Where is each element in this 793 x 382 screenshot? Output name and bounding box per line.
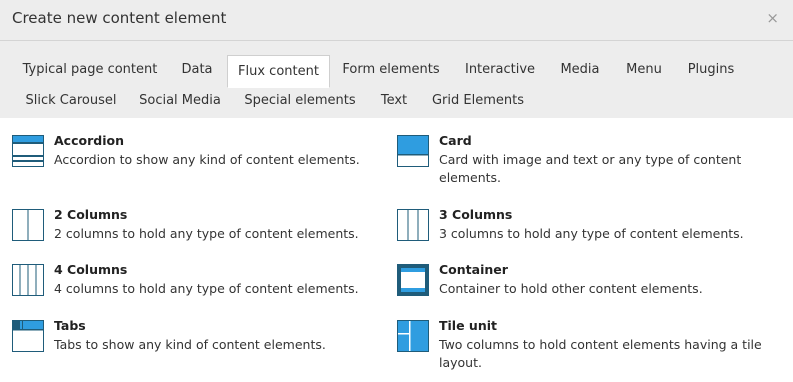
accordion-icon — [12, 135, 44, 167]
item-description: Accordion to show any kind of content el… — [54, 152, 360, 167]
item-title: 4 Columns — [54, 262, 128, 277]
item-title: Container — [439, 262, 508, 277]
item-description: 2 columns to hold any type of content el… — [54, 226, 359, 241]
tab-social-media[interactable]: Social Media — [131, 86, 229, 116]
tab-slick-carousel[interactable]: Slick Carousel — [17, 86, 125, 116]
tab-media[interactable]: Media — [551, 55, 609, 85]
wizard-item-accordion[interactable]: Accordion Accordion to show any kind of … — [12, 133, 392, 169]
container-icon — [397, 264, 429, 296]
tab-bar: Typical page content Data Flux content F… — [0, 41, 793, 119]
wizard-item-tabs[interactable]: Tabs Tabs to show any kind of content el… — [12, 318, 392, 354]
tile-unit-icon — [397, 320, 429, 352]
content-element-list: Accordion Accordion to show any kind of … — [0, 118, 793, 382]
item-title: 2 Columns — [54, 207, 128, 222]
item-description: Card with image and text or any type of … — [439, 152, 742, 185]
item-description: 4 columns to hold any type of content el… — [54, 281, 359, 296]
tab-menu[interactable]: Menu — [615, 55, 673, 85]
close-icon[interactable]: × — [766, 10, 779, 26]
wizard-item-container[interactable]: Container Container to hold other conten… — [397, 262, 777, 298]
dialog-header: Create new content element × — [0, 0, 793, 41]
tab-flux-content[interactable]: Flux content — [227, 55, 330, 88]
item-title: Tabs — [54, 318, 86, 333]
wizard-item-2-columns[interactable]: 2 Columns 2 columns to hold any type of … — [12, 207, 392, 243]
item-description: Tabs to show any kind of content element… — [54, 337, 326, 352]
four-columns-icon — [12, 264, 44, 296]
tab-plugins[interactable]: Plugins — [679, 55, 743, 85]
wizard-item-4-columns[interactable]: 4 Columns 4 columns to hold any type of … — [12, 262, 392, 298]
item-description: 3 columns to hold any type of content el… — [439, 226, 744, 241]
wizard-item-card[interactable]: Card Card with image and text or any typ… — [397, 133, 777, 187]
tab-form-elements[interactable]: Form elements — [333, 55, 449, 85]
item-title: 3 Columns — [439, 207, 513, 222]
item-description: Container to hold other content elements… — [439, 281, 703, 296]
tab-typical-page-content[interactable]: Typical page content — [15, 55, 165, 85]
tab-data[interactable]: Data — [168, 55, 226, 85]
tab-interactive[interactable]: Interactive — [455, 55, 545, 85]
wizard-item-3-columns[interactable]: 3 Columns 3 columns to hold any type of … — [397, 207, 777, 243]
card-icon — [397, 135, 429, 167]
two-columns-icon — [12, 209, 44, 241]
item-description: Two columns to hold content elements hav… — [439, 337, 762, 370]
tab-grid-elements[interactable]: Grid Elements — [424, 86, 532, 116]
item-title: Card — [439, 133, 472, 148]
three-columns-icon — [397, 209, 429, 241]
dialog-title: Create new content element — [12, 9, 227, 27]
tab-special-elements[interactable]: Special elements — [236, 86, 364, 116]
tabs-icon — [12, 320, 44, 352]
wizard-item-tile-unit[interactable]: Tile unit Two columns to hold content el… — [397, 318, 777, 372]
item-title: Tile unit — [439, 318, 497, 333]
tab-text[interactable]: Text — [370, 86, 418, 116]
item-title: Accordion — [54, 133, 124, 148]
